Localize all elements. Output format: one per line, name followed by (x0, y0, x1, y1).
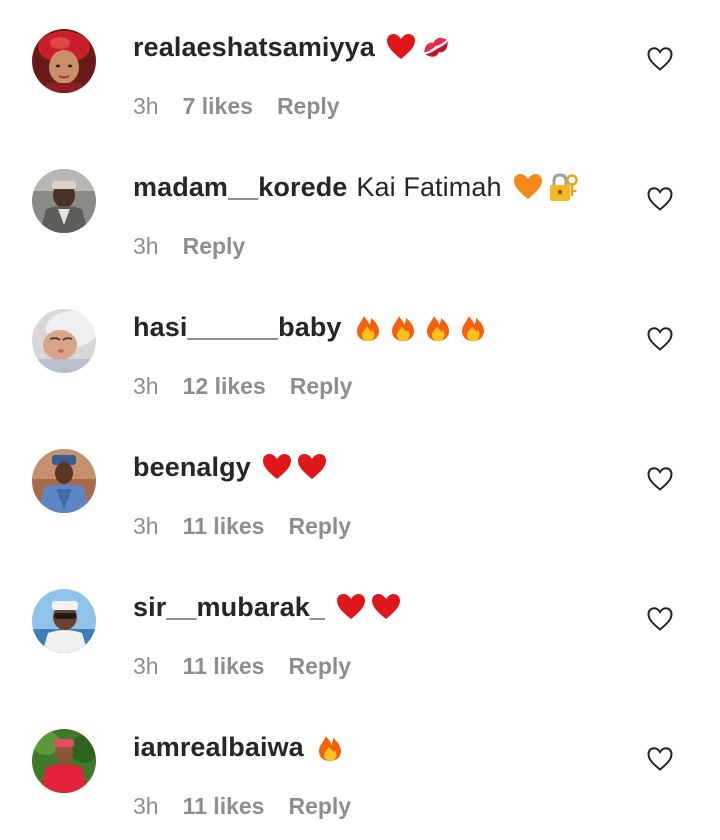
fire-icon (314, 731, 347, 764)
red-heart-icon (370, 591, 403, 624)
red-heart-icon (385, 31, 418, 64)
like-heart-icon[interactable] (646, 465, 674, 493)
comment-item: realaeshatsamiyya 3h 7 likes Reply (0, 0, 720, 140)
username[interactable]: madam__korede (133, 172, 347, 203)
avatar[interactable] (32, 729, 96, 793)
red-heart-icon (335, 591, 368, 624)
like-heart-icon[interactable] (646, 45, 674, 73)
avatar[interactable] (32, 169, 96, 233)
comment-meta: 3h 7 likes Reply (133, 88, 340, 124)
fire-icon (457, 311, 490, 344)
comment-emojis (335, 591, 403, 624)
timestamp: 3h (133, 372, 159, 399)
likes-count[interactable]: 11 likes (183, 513, 265, 540)
comment-meta: 3h Reply (133, 228, 245, 264)
timestamp: 3h (133, 652, 159, 679)
comment-meta: 3h 11 likes Reply (133, 788, 351, 824)
likes-count[interactable]: 12 likes (183, 373, 266, 400)
locked-with-key-icon (547, 171, 580, 204)
comment-emojis (352, 311, 490, 344)
comment-emojis (512, 171, 580, 204)
comment-meta: 3h 12 likes Reply (133, 368, 352, 404)
comment-text: Kai Fatimah (356, 171, 502, 202)
comment-meta: 3h 11 likes Reply (133, 648, 351, 684)
avatar[interactable] (32, 29, 96, 93)
comment-item: madam__korede Kai Fatimah 3h Reply (0, 140, 720, 280)
timestamp: 3h (133, 512, 159, 539)
username[interactable]: realaeshatsamiyya (133, 32, 375, 63)
comment-emojis (314, 731, 347, 764)
username[interactable]: iamrealbaiwa (133, 732, 304, 763)
fire-icon (422, 311, 455, 344)
avatar[interactable] (32, 449, 96, 513)
reply-button[interactable]: Reply (277, 93, 340, 120)
comment-item: sir__mubarak_ 3h 11 likes Reply (0, 560, 720, 700)
comment-emojis (261, 451, 329, 484)
fire-icon (387, 311, 420, 344)
reply-button[interactable]: Reply (290, 373, 353, 400)
kiss-mark-icon (420, 31, 453, 64)
reply-button[interactable]: Reply (288, 793, 351, 820)
orange-heart-icon (512, 171, 545, 204)
username[interactable]: sir__mubarak_ (133, 592, 325, 623)
comment-meta: 3h 11 likes Reply (133, 508, 351, 544)
avatar[interactable] (32, 309, 96, 373)
username[interactable]: beenalgy (133, 452, 251, 483)
comment-item: hasi______baby 3h 12 likes Reply (0, 280, 720, 420)
avatar[interactable] (32, 589, 96, 653)
reply-button[interactable]: Reply (288, 653, 351, 680)
timestamp: 3h (133, 232, 159, 259)
timestamp: 3h (133, 92, 159, 119)
like-heart-icon[interactable] (646, 185, 674, 213)
likes-count[interactable]: 7 likes (183, 93, 253, 120)
red-heart-icon (296, 451, 329, 484)
like-heart-icon[interactable] (646, 745, 674, 773)
comment-emojis (385, 31, 453, 64)
likes-count[interactable]: 11 likes (183, 653, 265, 680)
like-heart-icon[interactable] (646, 605, 674, 633)
like-heart-icon[interactable] (646, 325, 674, 353)
fire-icon (352, 311, 385, 344)
comment-item: iamrealbaiwa 3h 11 likes Reply (0, 700, 720, 840)
reply-button[interactable]: Reply (288, 513, 351, 540)
red-heart-icon (261, 451, 294, 484)
likes-count[interactable]: 11 likes (183, 793, 265, 820)
comment-item: beenalgy 3h 11 likes Reply (0, 420, 720, 560)
username[interactable]: hasi______baby (133, 312, 342, 343)
reply-button[interactable]: Reply (183, 233, 246, 260)
timestamp: 3h (133, 792, 159, 819)
